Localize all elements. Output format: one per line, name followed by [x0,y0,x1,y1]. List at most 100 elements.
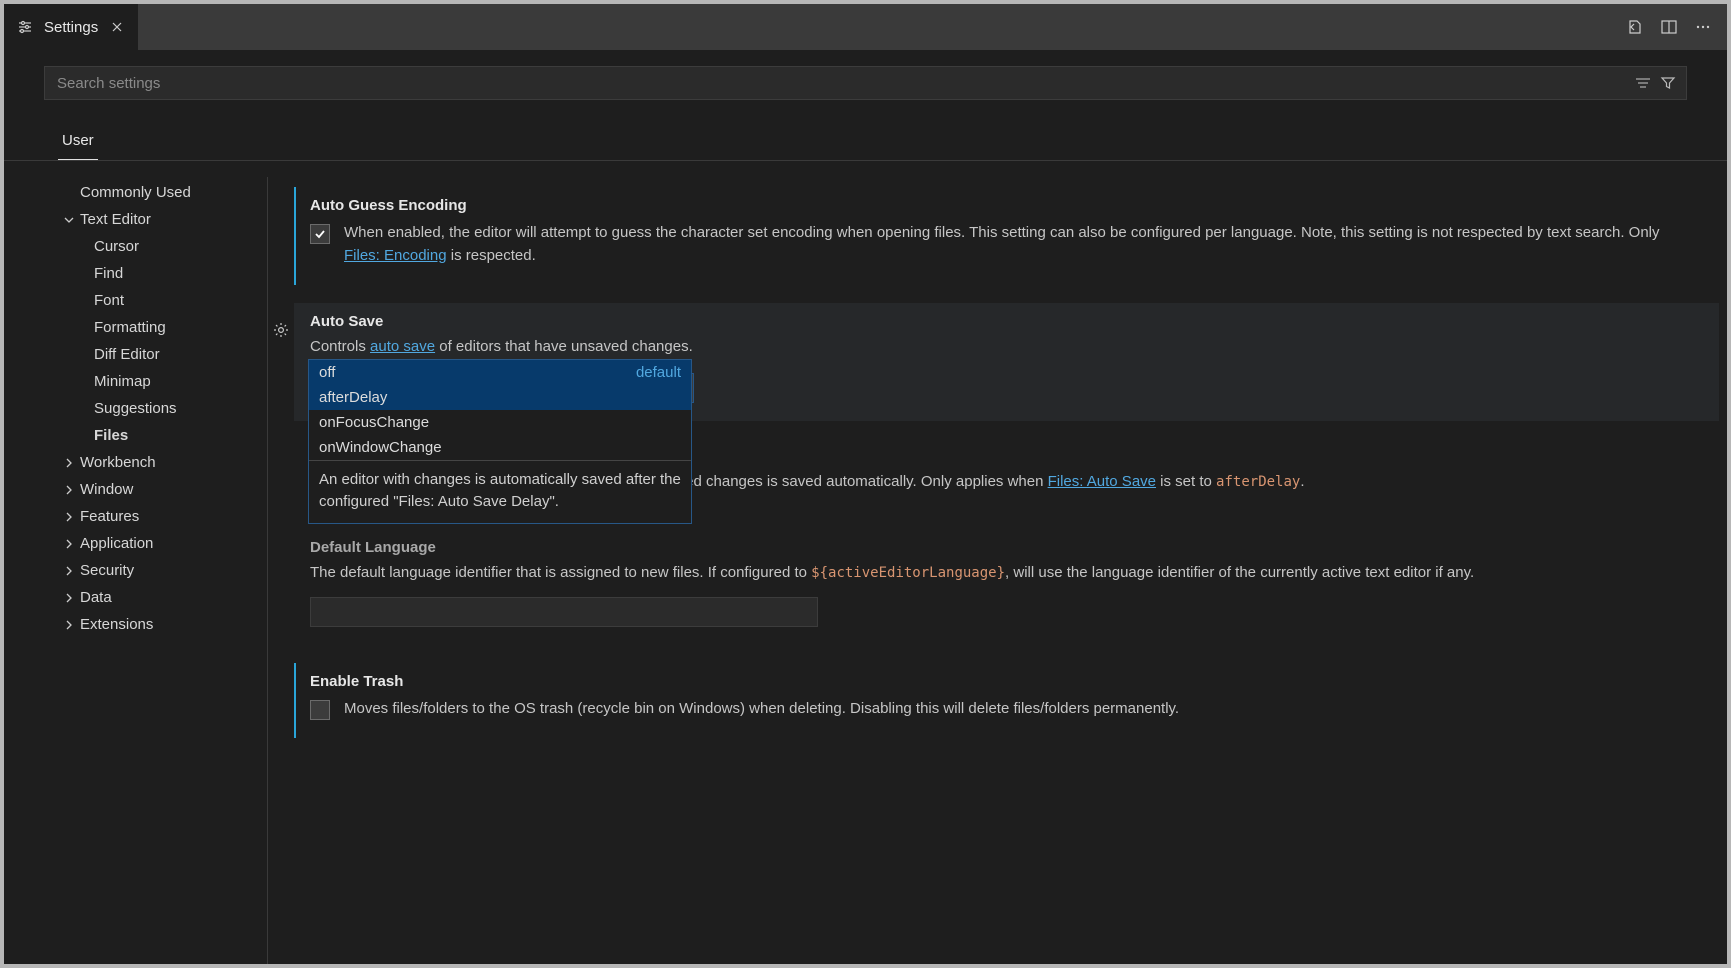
setting-description: The default language identifier that is … [310,562,1699,585]
desc-text: The default language identifier that is … [310,564,811,581]
sidebar-item-formatting[interactable]: Formatting [44,314,267,341]
sidebar-item-application[interactable]: Application [44,530,267,557]
dropdown-auto-save: off default afterDelay onFocusChange onW… [308,359,692,524]
clear-search-icon[interactable] [1634,76,1652,90]
default-badge: default [636,364,681,381]
sidebar-item-label: Cursor [94,238,139,255]
settings-body: Commonly Used Text Editor Cursor Find Font Fo… [4,161,1727,964]
chevron-right-icon [60,481,78,499]
sidebar-item-label: Minimap [94,373,151,390]
sidebar-item-workbench[interactable]: Workbench [44,449,267,476]
desc-text: , will use the language identifier of th… [1005,564,1474,581]
setting-description: Moves files/folders to the OS trash (rec… [344,698,1179,721]
desc-text: unsaved changes is saved automatically. … [645,473,1047,490]
chevron-down-icon [60,211,78,229]
setting-description: When enabled, the editor will attempt to… [344,222,1699,267]
scope-tab-user[interactable]: User [58,126,98,160]
option-label: off [319,364,335,381]
desc-text: . [1300,473,1304,490]
sidebar-item-cursor[interactable]: Cursor [44,233,267,260]
sidebar-item-commonly-used[interactable]: Commonly Used [44,179,267,206]
sidebar-item-label: Extensions [80,616,153,633]
link-files-encoding[interactable]: Files: Encoding [344,247,447,264]
gear-icon[interactable] [272,321,290,343]
sidebar-item-files[interactable]: Files [44,422,267,449]
option-label: onFocusChange [319,414,429,431]
dropdown-help-text: An editor with changes is automatically … [309,461,691,523]
more-actions-icon[interactable] [1693,17,1713,37]
filter-icon[interactable] [1660,75,1676,91]
sidebar-item-features[interactable]: Features [44,503,267,530]
dropdown-option-onfocuschange[interactable]: onFocusChange [309,410,691,435]
setting-enable-trash: Enable Trash Moves files/folders to the … [294,663,1719,739]
setting-title: Auto Save [310,313,1699,330]
scope-tabs: User [4,126,1727,161]
dropdown-option-off[interactable]: off default [309,360,691,385]
chevron-right-icon [60,508,78,526]
sidebar-item-extensions[interactable]: Extensions [44,611,267,638]
setting-title: Default Language [310,539,1699,556]
sidebar-item-font[interactable]: Font [44,287,267,314]
settings-toc: Commonly Used Text Editor Cursor Find Font Fo… [44,161,267,964]
sidebar-item-window[interactable]: Window [44,476,267,503]
desc-code: ${activeEditorLanguage} [811,565,1005,581]
desc-text: is respected. [447,247,536,264]
search-row [4,50,1727,104]
sidebar-item-label: Window [80,481,133,498]
app-frame: Settings [4,4,1727,964]
chevron-right-icon [60,616,78,634]
sidebar-item-security[interactable]: Security [44,557,267,584]
desc-text: When enabled, the editor will attempt to… [344,224,1660,241]
close-icon[interactable] [108,20,126,34]
desc-text: of editors that have unsaved changes. [435,338,693,355]
desc-text: Controls [310,338,370,355]
sidebar-item-minimap[interactable]: Minimap [44,368,267,395]
checkbox-auto-guess-encoding[interactable] [310,224,330,244]
option-label: onWindowChange [319,439,442,456]
search-settings-wrap [44,66,1687,100]
sidebar-item-label: Data [80,589,112,606]
chevron-right-icon [60,589,78,607]
chevron-right-icon [60,454,78,472]
link-files-auto-save[interactable]: Files: Auto Save [1048,473,1156,490]
setting-description: Controls auto save of editors that have … [310,336,1699,359]
sidebar-item-find[interactable]: Find [44,260,267,287]
checkbox-enable-trash[interactable] [310,700,330,720]
link-auto-save[interactable]: auto save [370,338,435,355]
sidebar-item-label: Find [94,265,123,282]
setting-auto-guess-encoding: Auto Guess Encoding When enabled, the ed… [294,187,1719,285]
sidebar-item-data[interactable]: Data [44,584,267,611]
chevron-right-icon [60,535,78,553]
chevron-right-icon [60,562,78,580]
sidebar-item-text-editor[interactable]: Text Editor [44,206,267,233]
split-editor-icon[interactable] [1659,17,1679,37]
dropdown-option-onwindowchange[interactable]: onWindowChange [309,435,691,460]
sidebar-item-suggestions[interactable]: Suggestions [44,395,267,422]
sidebar-item-label: Workbench [80,454,156,471]
sidebar-item-label: Font [94,292,124,309]
sidebar-item-label: Formatting [94,319,166,336]
setting-title: Enable Trash [310,673,1699,690]
sidebar-item-label: Application [80,535,153,552]
tab-bar: Settings [4,4,1727,50]
sidebar-item-label: Security [80,562,134,579]
tab-settings[interactable]: Settings [4,4,138,50]
sidebar-item-diff-editor[interactable]: Diff Editor [44,341,267,368]
sidebar-item-label: Text Editor [80,211,151,228]
tab-label: Settings [44,19,98,36]
open-settings-json-icon[interactable] [1625,17,1645,37]
sidebar-item-label: Files [94,427,128,444]
option-label: afterDelay [319,389,387,406]
dropdown-option-afterdelay[interactable]: afterDelay [309,385,691,410]
setting-default-language: Default Language The default language id… [294,529,1719,645]
search-input[interactable] [45,75,1624,92]
sidebar-item-label: Suggestions [94,400,177,417]
setting-title: Auto Guess Encoding [310,197,1699,214]
sidebar-item-label: Diff Editor [94,346,160,363]
settings-content: Auto Guess Encoding When enabled, the ed… [268,161,1727,964]
input-default-language[interactable] [310,597,818,627]
editor-actions [1611,4,1727,50]
settings-icon [16,19,34,35]
sidebar-item-label: Features [80,508,139,525]
sidebar-item-label: Commonly Used [80,184,191,201]
